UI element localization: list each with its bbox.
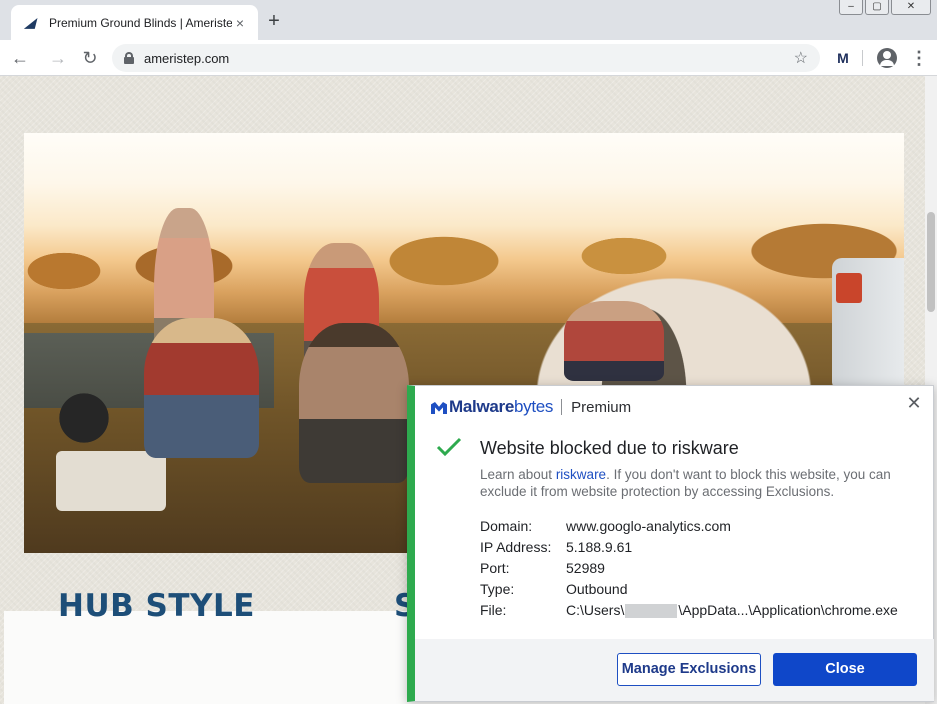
file-path-suffix: \AppData...\Application\chrome.exe [678, 602, 898, 618]
detail-row-file: File: C:\Users\ \AppData...\Application\c… [480, 600, 898, 621]
toolbar-divider [862, 50, 863, 66]
brand-name-regular: bytes [514, 397, 554, 416]
cooler [56, 451, 166, 511]
window-controls: – ▢ ✕ [839, 0, 931, 15]
person-seated-woman [144, 318, 259, 458]
profile-icon[interactable] [877, 48, 897, 68]
detail-value: C:\Users\ \AppData...\Application\chrome.… [566, 600, 898, 621]
scrollbar-thumb[interactable] [927, 212, 935, 312]
forward-button[interactable]: → [46, 46, 70, 70]
header-separator [561, 399, 563, 415]
url-text[interactable]: ameristep.com [144, 51, 794, 66]
block-details: Domain: www.googlo-analytics.com IP Addr… [480, 516, 898, 621]
riskware-link[interactable]: riskware [556, 467, 606, 482]
browser-tab[interactable]: ◢ Premium Ground Blinds | Ameristep × [11, 5, 258, 40]
checkmark-icon [436, 436, 462, 458]
manage-exclusions-button[interactable]: Manage Exclusions [617, 653, 761, 686]
new-tab-button[interactable]: + [264, 11, 284, 31]
truck-taillight [836, 273, 862, 303]
tab-close-icon[interactable]: × [232, 15, 248, 31]
file-path-prefix: C:\Users\ [566, 602, 625, 618]
close-icon[interactable]: ✕ [905, 394, 923, 412]
tab-strip: ◢ Premium Ground Blinds | Ameristep × + … [0, 0, 937, 40]
detail-row-type: Type: Outbound [480, 579, 898, 600]
person-seated-tent [564, 301, 664, 381]
brand-name-bold: Malware [449, 397, 514, 416]
tab-title: Premium Ground Blinds | Ameristep [49, 15, 232, 30]
window-close-button[interactable]: ✕ [891, 0, 931, 15]
detail-row-domain: Domain: www.googlo-analytics.com [480, 516, 898, 537]
person-seated-back [299, 323, 409, 483]
detail-label: Domain: [480, 518, 533, 534]
popup-title: Website blocked due to riskware [480, 438, 739, 458]
minimize-button[interactable]: – [839, 0, 863, 15]
popup-header: Malware bytes Premium [431, 397, 631, 417]
detail-label: Type: [480, 581, 515, 597]
lock-icon[interactable] [124, 52, 134, 64]
section-heading-hub-style: HUB STYLE [58, 588, 255, 624]
redacted-username [625, 604, 678, 619]
detail-row-port: Port: 52989 [480, 558, 898, 579]
kebab-menu-icon[interactable]: ⋮ [910, 48, 928, 68]
description-prefix: Learn about [480, 467, 556, 482]
ameristep-favicon-icon: ◢ [25, 14, 35, 30]
detail-value: Outbound [566, 581, 628, 597]
star-icon[interactable]: ☆ [794, 48, 808, 68]
detail-value: 52989 [566, 560, 605, 576]
malwarebytes-extension-icon[interactable]: M [833, 48, 853, 68]
reload-button[interactable]: ↻ [78, 46, 102, 70]
detail-label: File: [480, 602, 507, 618]
popup-description: Learn about riskware. If you don't want … [480, 466, 910, 500]
malwarebytes-notification: Malware bytes Premium ✕ Website blocked … [407, 385, 934, 702]
detail-value: www.googlo-analytics.com [566, 518, 731, 534]
maximize-button[interactable]: ▢ [865, 0, 889, 15]
malwarebytes-logo: Malware bytes [431, 397, 553, 417]
browser-toolbar: ← → ↻ ameristep.com ☆ M ⋮ [0, 40, 937, 76]
malwarebytes-logo-icon [431, 400, 447, 414]
detail-label: IP Address: [480, 539, 552, 555]
edition-label: Premium [571, 398, 632, 416]
close-button[interactable]: Close [773, 653, 917, 686]
detail-value: 5.188.9.61 [566, 539, 633, 555]
address-bar[interactable]: ameristep.com ☆ [112, 44, 820, 72]
detail-label: Port: [480, 560, 510, 576]
back-button[interactable]: ← [8, 46, 32, 70]
detail-row-ip: IP Address: 5.188.9.61 [480, 537, 898, 558]
